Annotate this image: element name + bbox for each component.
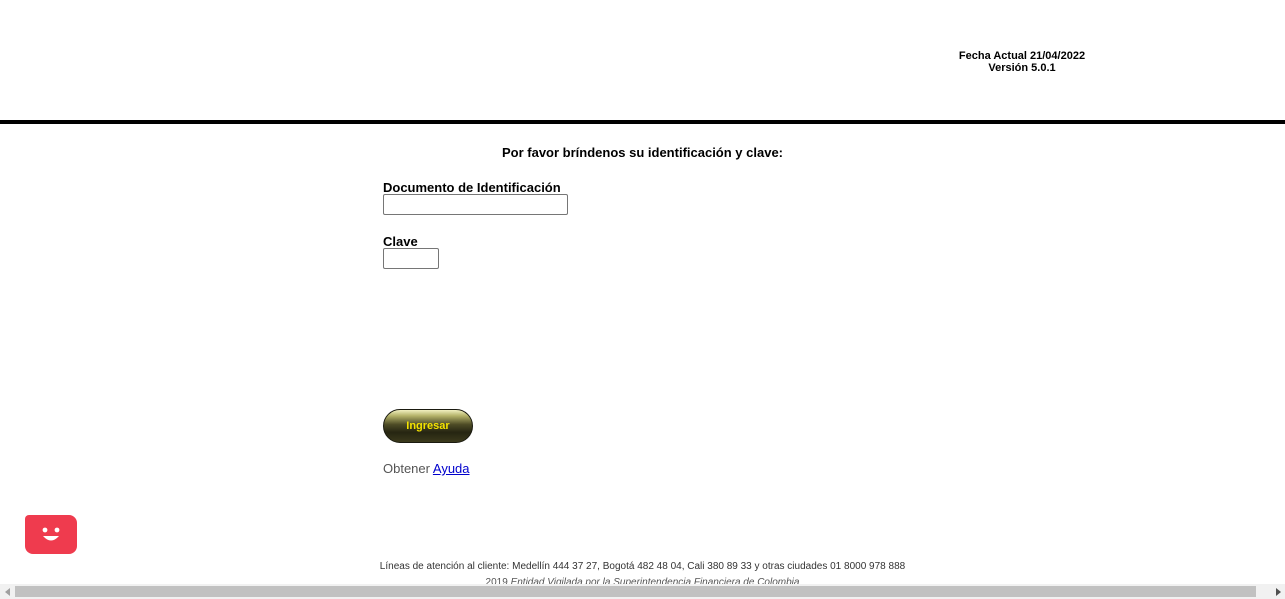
login-page: Fecha Actual 21/04/2022 Versión 5.0.1 Po… [0,0,1285,599]
chat-widget-button[interactable] [25,515,77,554]
document-label: Documento de Identificación [383,180,561,195]
smiley-chat-icon [42,527,60,541]
header-divider [0,120,1285,124]
scroll-left-button[interactable] [0,584,15,599]
current-date: Fecha Actual 21/04/2022 [958,50,1086,62]
app-version: Versión 5.0.1 [988,62,1056,74]
header-info: Fecha Actual 21/04/2022 Versión 5.0.1 [912,50,1132,74]
login-button[interactable]: Ingresar [383,409,473,443]
help-prefix: Obtener [383,461,430,476]
password-input[interactable] [383,248,439,269]
scrollbar-thumb[interactable] [15,586,1256,597]
footer-contact: Líneas de atención al cliente: Medellín … [379,561,906,572]
arrow-left-icon [4,587,10,596]
arrow-right-icon [1275,587,1281,596]
help-line: Obtener Ayuda [383,461,470,476]
help-link[interactable]: Ayuda [433,461,470,476]
scroll-right-button[interactable] [1270,584,1285,599]
password-label: Clave [383,234,418,249]
login-prompt: Por favor bríndenos su identificación y … [501,145,784,160]
horizontal-scrollbar[interactable] [0,584,1285,599]
document-input[interactable] [383,194,568,215]
